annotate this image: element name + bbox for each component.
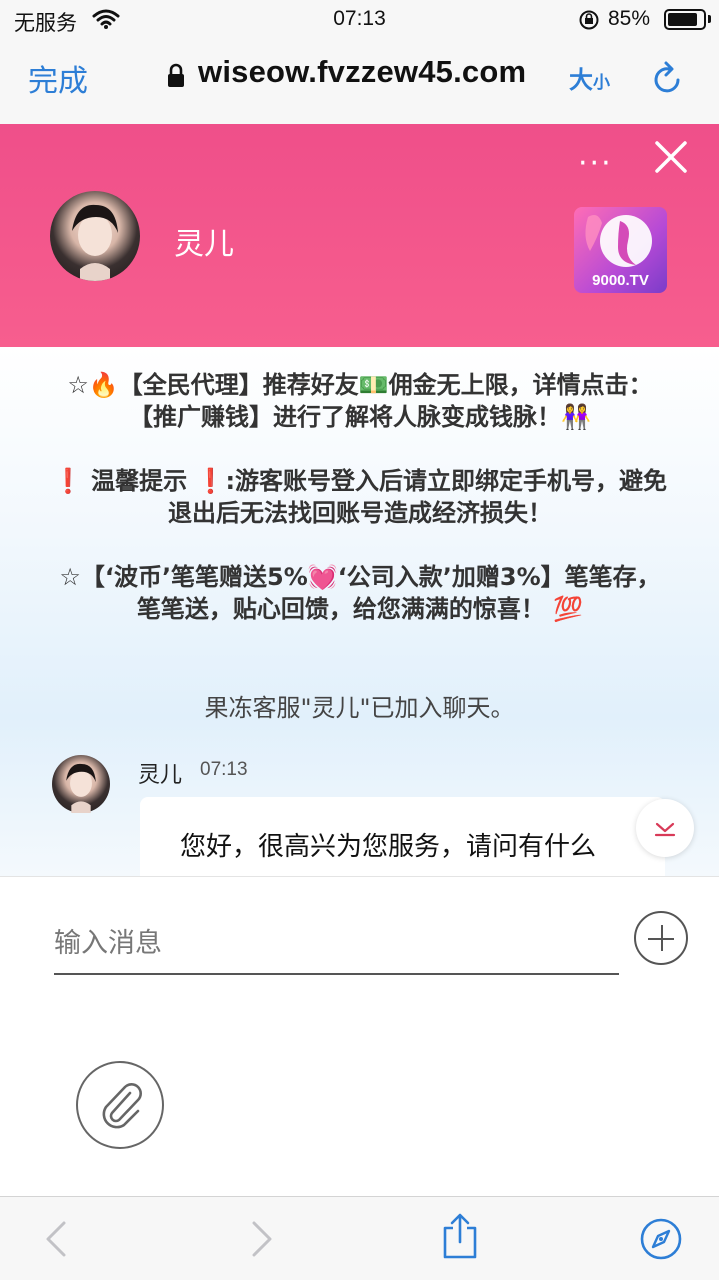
scroll-to-bottom-button[interactable] xyxy=(636,799,694,857)
brand-logo-text: 9000.TV xyxy=(592,272,649,289)
done-button[interactable]: 完成 xyxy=(28,56,88,100)
forward-icon[interactable] xyxy=(248,1219,276,1259)
warning-text: :游客账号登入后请立即绑定手机号，避免退出后无法找回账号造成经济损失！ xyxy=(168,467,668,527)
warning-mark-icon: ❗ xyxy=(52,467,83,495)
status-bar: 无服务 07:13 85% xyxy=(0,0,719,40)
message-bubble: 您好，很高兴为您服务，请问有什么 xyxy=(140,797,665,876)
warning-title: 温馨提示 xyxy=(82,467,196,495)
notice-warning: ❗ 温馨提示 ❗:游客账号登入后请立即绑定手机号，避免退出后无法找回账号造成经济… xyxy=(50,465,670,529)
agent-avatar xyxy=(50,191,140,281)
plus-icon[interactable] xyxy=(634,911,688,965)
notice-promo: ☆🔥【全民代理】推荐好友💵佣金无上限，详情点击：【推广赚钱】进行了解将人脉变成钱… xyxy=(67,371,653,431)
input-area xyxy=(0,876,719,1196)
avatar-portrait-icon xyxy=(72,204,118,281)
url-field[interactable]: wiseow.fvzzew45.com xyxy=(198,54,526,90)
warning-mark-icon: ❗ xyxy=(195,467,226,495)
text-size-button[interactable]: 大小 xyxy=(569,60,610,95)
message-input[interactable] xyxy=(54,913,619,975)
compass-icon[interactable] xyxy=(639,1217,683,1261)
browser-bar: 完成 wiseow.fvzzew45.com 大小 xyxy=(0,40,719,124)
agent-joined-notice: 果冻客服"灵儿"已加入聊天。 xyxy=(204,694,515,722)
message-text: 您好，很高兴为您服务，请问有什么 xyxy=(180,832,597,862)
paperclip-icon xyxy=(102,1083,142,1129)
battery-cap xyxy=(708,15,711,23)
bottom-toolbar xyxy=(0,1196,719,1280)
battery-fill xyxy=(668,13,697,26)
message-avatar xyxy=(52,755,110,813)
lock-icon xyxy=(168,63,184,87)
reload-icon[interactable] xyxy=(651,58,685,96)
close-icon[interactable] xyxy=(652,138,690,176)
back-icon[interactable] xyxy=(42,1219,70,1259)
chat-body: ☆🔥【全民代理】推荐好友💵佣金无上限，详情点击：【推广赚钱】进行了解将人脉变成钱… xyxy=(0,347,719,876)
more-icon[interactable]: ··· xyxy=(578,146,613,181)
message-time: 07:13 xyxy=(200,759,248,780)
message-sender: 灵儿 xyxy=(138,763,183,788)
brand-logo-icon xyxy=(585,215,652,267)
text-size-small: 小 xyxy=(593,73,610,93)
share-icon[interactable] xyxy=(440,1211,480,1261)
attach-button[interactable] xyxy=(76,1061,164,1149)
agent-name: 灵儿 xyxy=(174,227,234,262)
brand-logo: 9000.TV xyxy=(574,207,667,293)
battery-icon xyxy=(664,9,706,30)
chevron-down-icon xyxy=(654,822,676,837)
notice-bonus: ☆【‘波币’笔笔赠送5%💓‘公司入款’加赠3%】笔笔存，笔笔送，贴心回馈，给您满… xyxy=(59,563,661,623)
chat-header: ··· 灵儿 9000.TV xyxy=(0,124,719,347)
orientation-lock-icon xyxy=(579,10,599,30)
avatar-portrait-icon xyxy=(66,763,96,813)
battery-percent: 85% xyxy=(608,7,651,30)
text-size-big: 大 xyxy=(569,66,593,94)
